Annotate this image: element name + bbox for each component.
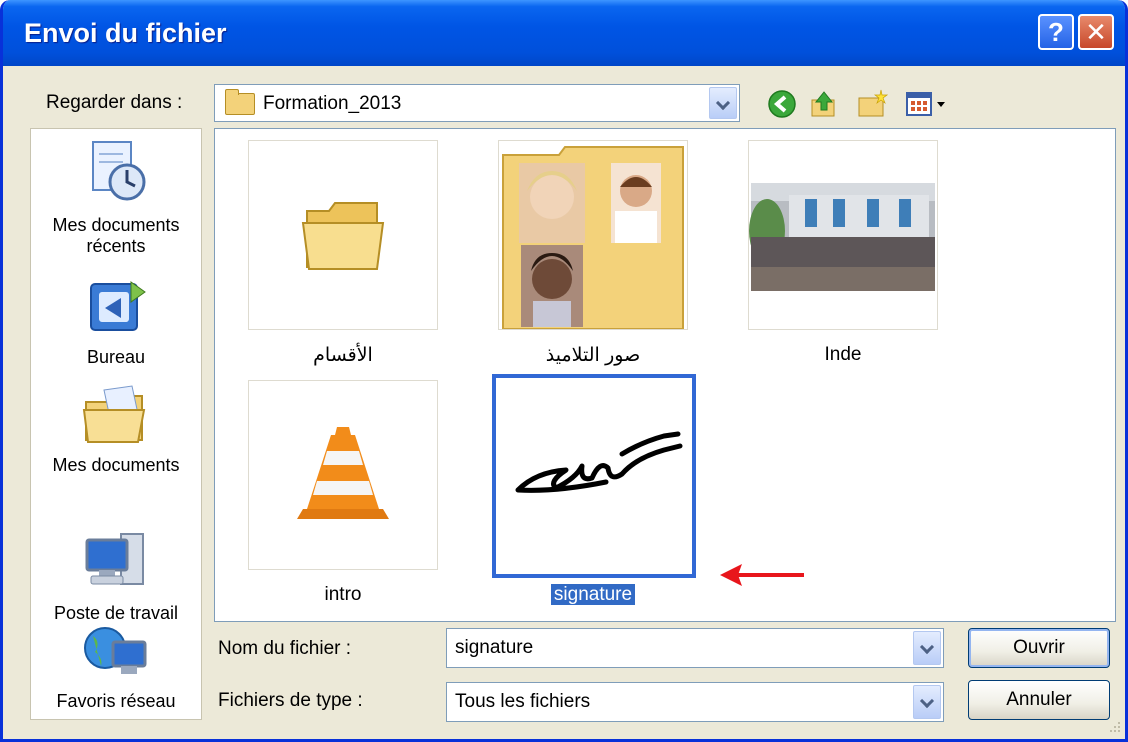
filetype-label: Fichiers de type :: [218, 690, 363, 711]
file-name[interactable]: Inde: [723, 344, 963, 366]
chevron-down-icon[interactable]: [913, 631, 941, 665]
places-item-network[interactable]: Favoris réseau: [30, 622, 202, 712]
close-button[interactable]: ✕: [1078, 14, 1114, 50]
cancel-button[interactable]: Annuler: [968, 680, 1110, 720]
red-arrow-icon: [720, 564, 804, 586]
my-computer-icon: [85, 533, 144, 585]
help-button[interactable]: ?: [1038, 14, 1074, 50]
file-name[interactable]: صور التلاميذ: [473, 344, 713, 367]
file-name[interactable]: الأقسام: [223, 344, 463, 367]
title-bar[interactable]: Envoi du fichier ? ✕: [3, 0, 1125, 66]
filename-input[interactable]: signature: [446, 628, 944, 668]
up-folder-icon[interactable]: [808, 88, 840, 120]
look-in-value: Formation_2013: [263, 93, 402, 114]
file-thumbnail-selected[interactable]: [492, 374, 696, 578]
places-item-my-documents[interactable]: Mes documents: [30, 384, 202, 476]
chevron-down-icon[interactable]: [913, 685, 941, 719]
file-name[interactable]: intro: [223, 584, 463, 606]
file-thumbnail[interactable]: [248, 380, 438, 570]
resize-grip-icon[interactable]: [1104, 718, 1122, 736]
filename-value: signature: [455, 637, 534, 658]
image-preview-icon: [749, 183, 935, 291]
new-folder-icon[interactable]: [856, 88, 888, 120]
photo-folder-icon: [502, 146, 684, 330]
network-places-icon: [84, 627, 147, 674]
places-label-desktop: Bureau: [86, 347, 146, 367]
chevron-down-icon[interactable]: [709, 87, 737, 119]
places-item-recent[interactable]: Mes documents récents: [30, 138, 202, 257]
places-item-my-computer[interactable]: Poste de travail: [30, 528, 202, 624]
look-in-label: Regarder dans :: [46, 92, 183, 113]
window-title: Envoi du fichier: [24, 18, 227, 48]
look-in-dropdown[interactable]: Formation_2013: [214, 84, 740, 122]
places-label-my-documents: Mes documents: [52, 455, 180, 475]
places-item-desktop[interactable]: Bureau: [30, 278, 202, 368]
filetype-value: Tous les fichiers: [455, 691, 591, 712]
file-thumbnail[interactable]: [248, 140, 438, 330]
filetype-dropdown[interactable]: Tous les fichiers: [446, 682, 944, 722]
places-label-network: Favoris réseau: [56, 691, 176, 711]
signature-preview-icon: [515, 431, 683, 493]
file-thumbnail[interactable]: [498, 140, 688, 330]
recent-documents-icon: [92, 141, 146, 201]
views-menu-icon[interactable]: [904, 88, 952, 120]
desktop-icon: [90, 281, 146, 331]
folder-icon: [225, 89, 255, 115]
open-button[interactable]: Ouvrir: [968, 628, 1110, 668]
vlc-cone-icon: [297, 427, 389, 519]
my-documents-icon: [82, 385, 146, 443]
places-label-recent: Mes documents récents: [52, 215, 180, 256]
file-name-selected[interactable]: signature: [473, 584, 713, 606]
file-thumbnail[interactable]: [748, 140, 938, 330]
places-label-my-computer: Poste de travail: [53, 603, 179, 623]
back-icon[interactable]: [766, 88, 798, 120]
filename-label: Nom du fichier :: [218, 638, 352, 659]
folder-icon: [301, 202, 385, 270]
